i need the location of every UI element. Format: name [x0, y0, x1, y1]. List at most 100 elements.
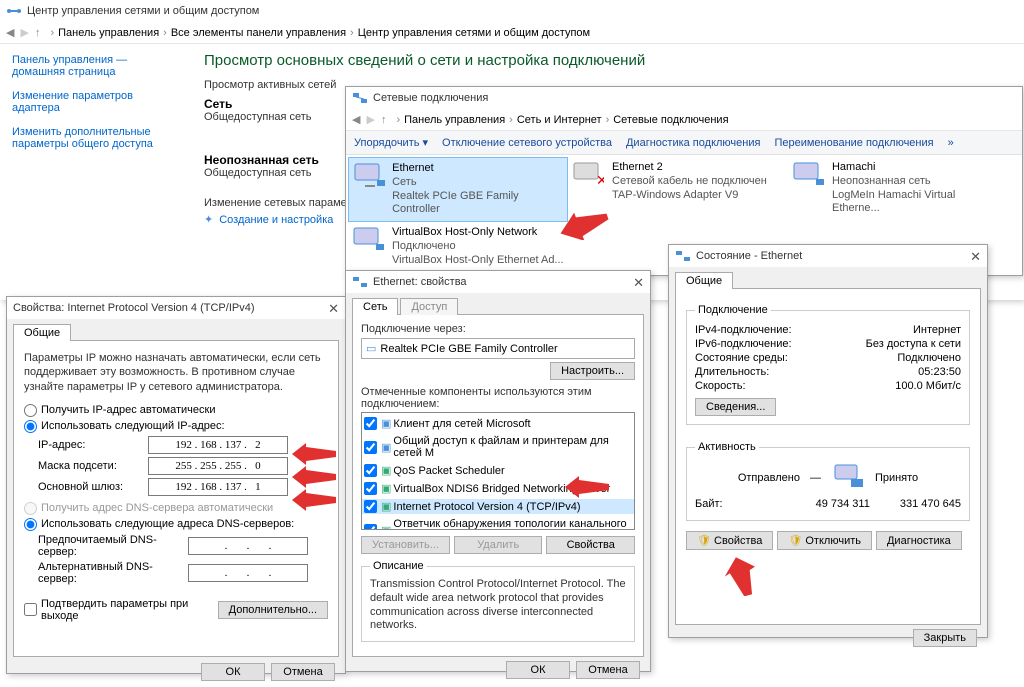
close-icon[interactable]: ✕: [633, 275, 644, 291]
input-dns2[interactable]: [188, 564, 308, 582]
breadcrumb[interactable]: ◀ ▶ ↑ › Панель управления › Все элементы…: [0, 22, 1024, 44]
comp-row[interactable]: ▣Общий доступ к файлам и принтерам для с…: [362, 434, 634, 460]
comp-row[interactable]: ▣Ответчик обнаружения топологии канально…: [362, 517, 634, 530]
label-sent: Отправлено: [738, 472, 800, 484]
crumb-2[interactable]: Сеть и Интернет: [517, 114, 602, 126]
para-intro: Параметры IP можно назначать автоматичес…: [24, 351, 328, 394]
radio-dns-auto[interactable]: Получить адрес DNS-сервера автоматически: [24, 502, 328, 515]
tab-general[interactable]: Общие: [675, 272, 733, 289]
adapter-hamachi[interactable]: Hamachi Неопознанная сеть LogMeIn Hamach…: [788, 157, 1008, 220]
adapter-ethernet[interactable]: Ethernet Сеть Realtek PCIe GBE Family Co…: [348, 157, 568, 222]
toolbar-diag[interactable]: Диагностика подключения: [626, 137, 760, 149]
btn-props[interactable]: Свойства: [546, 536, 635, 554]
toolbar: Упорядочить ▾ Отключение сетевого устрой…: [346, 131, 1022, 155]
close-icon[interactable]: ✕: [328, 301, 339, 317]
radio-dns-manual[interactable]: Использовать следующие адреса DNS-сервер…: [24, 518, 328, 531]
btn-diagnose[interactable]: Диагностика: [876, 531, 962, 550]
toolbar-organize[interactable]: Упорядочить ▾: [354, 136, 428, 149]
arrow-icon: [292, 466, 336, 488]
crumb-2[interactable]: Все элементы панели управления: [171, 27, 346, 39]
check-validate[interactable]: Подтвердить параметры при выходе: [24, 598, 218, 622]
crumb-3[interactable]: Центр управления сетями и общим доступом: [358, 27, 590, 39]
tab-sharing[interactable]: Доступ: [400, 298, 458, 315]
adapter-ethernet2[interactable]: ✕ Ethernet 2 Сетевой кабель не подключен…: [568, 157, 788, 206]
nav-up-icon[interactable]: ↑: [35, 27, 41, 39]
group-activity: Активность Отправлено — Принято Байт: 49…: [686, 441, 970, 521]
k-speed: Скорость:: [695, 380, 746, 392]
titlebar: Центр управления сетями и общим доступом: [0, 0, 1024, 22]
btn-configure[interactable]: Настроить...: [550, 362, 635, 380]
btn-advanced[interactable]: Дополнительно...: [218, 601, 328, 619]
adapter-icon: ✕: [570, 161, 606, 202]
btn-remove[interactable]: Удалить: [454, 536, 543, 554]
chevron-right-icon: ›: [606, 114, 610, 126]
radio-ip-auto[interactable]: Получить IP-адрес автоматически: [24, 404, 328, 417]
btn-ok[interactable]: ОК: [201, 663, 265, 681]
legend-connection: Подключение: [695, 304, 771, 316]
btn-close[interactable]: Закрыть: [913, 629, 977, 647]
tab-general[interactable]: Общие: [13, 324, 71, 341]
label-dns1: Предпочитаемый DNS-сервер:: [38, 534, 188, 558]
shield-icon: 🛡: [697, 535, 711, 547]
nic-icon: ▭: [366, 342, 376, 355]
adapter-status: Сеть: [392, 176, 565, 190]
tab-network[interactable]: Сеть: [352, 298, 398, 315]
window-title: Ethernet: свойства: [373, 276, 467, 288]
desc-legend: Описание: [370, 560, 427, 572]
component-icon: ▣: [381, 417, 391, 430]
toolbar-rename[interactable]: Переименование подключения: [774, 137, 933, 149]
btn-cancel[interactable]: Отмена: [271, 663, 335, 681]
wizard-icon: ✦: [204, 213, 213, 226]
window-eth-status: Состояние - Ethernet ✕ Общие Подключение…: [668, 244, 988, 638]
link-new-conn[interactable]: Создание и настройка: [219, 214, 333, 226]
btn-properties[interactable]: 🛡 Свойства: [686, 531, 773, 550]
netconn-icon: [352, 90, 368, 106]
crumb-1[interactable]: Панель управления: [404, 114, 505, 126]
breadcrumb[interactable]: ◀ ▶ ↑ › Панель управления › Сеть и Интер…: [346, 109, 1022, 131]
toolbar-more[interactable]: »: [948, 137, 954, 149]
app-icon: [6, 3, 22, 19]
input-mask[interactable]: [148, 457, 288, 475]
legend-activity: Активность: [695, 441, 759, 453]
adapter-vbox[interactable]: VirtualBox Host-Only Network Подключено …: [348, 222, 568, 271]
crumb-1[interactable]: Панель управления: [58, 27, 159, 39]
side-link-adapters[interactable]: Изменение параметров адаптера: [12, 90, 178, 114]
label-components: Отмеченные компоненты используются этим …: [361, 386, 635, 410]
nav-up-icon[interactable]: ↑: [381, 114, 387, 126]
btn-details[interactable]: Сведения...: [695, 398, 776, 416]
label-dns2: Альтернативный DNS-сервер:: [38, 561, 188, 585]
adapter-device: LogMeIn Hamachi Virtual Etherne...: [832, 189, 1006, 217]
activity-sep: —: [810, 472, 821, 484]
crumb-3[interactable]: Сетевые подключения: [613, 114, 728, 126]
input-gw[interactable]: [148, 478, 288, 496]
comp-row-ipv4[interactable]: ▣Internet Protocol Version 4 (TCP/IPv4): [362, 499, 634, 514]
side-link-sharing[interactable]: Изменить дополнительные параметры общего…: [12, 126, 178, 150]
comp-row[interactable]: ▣Клиент для сетей Microsoft: [362, 416, 634, 431]
adapter-name: Ethernet 2: [612, 161, 767, 175]
arrow-icon: [559, 210, 609, 240]
btn-cancel[interactable]: Отмена: [576, 661, 640, 679]
side-link-home[interactable]: Панель управления — домашняя страница: [12, 54, 178, 78]
nav-back-icon[interactable]: ◀: [352, 113, 360, 126]
nav-back-icon[interactable]: ◀: [6, 26, 14, 39]
adapter-name: VirtualBox Host-Only Network: [392, 226, 564, 240]
v-ipv4: Интернет: [913, 324, 961, 336]
chevron-right-icon: ›: [50, 27, 54, 39]
radio-ip-manual[interactable]: Использовать следующий IP-адрес:: [24, 420, 328, 433]
nav-fwd-icon[interactable]: ▶: [366, 113, 374, 126]
close-icon[interactable]: ✕: [970, 249, 981, 265]
input-dns1[interactable]: [188, 537, 308, 555]
v-dur: 05:23:50: [918, 366, 961, 378]
titlebar: Свойства: Internet Protocol Version 4 (T…: [7, 297, 345, 319]
nav-fwd-icon[interactable]: ▶: [20, 26, 28, 39]
toolbar-disable[interactable]: Отключение сетевого устройства: [442, 137, 612, 149]
input-ip[interactable]: [148, 436, 288, 454]
adapter-status: Сетевой кабель не подключен: [612, 175, 767, 189]
chevron-right-icon: ›: [396, 114, 400, 126]
btn-install[interactable]: Установить...: [361, 536, 450, 554]
k-dur: Длительность:: [695, 366, 769, 378]
btn-ok[interactable]: ОК: [506, 661, 570, 679]
tab-strip: Общие: [675, 271, 981, 289]
desc-text: Transmission Control Protocol/Internet P…: [370, 578, 626, 633]
btn-disable[interactable]: 🛡 Отключить: [777, 531, 872, 550]
